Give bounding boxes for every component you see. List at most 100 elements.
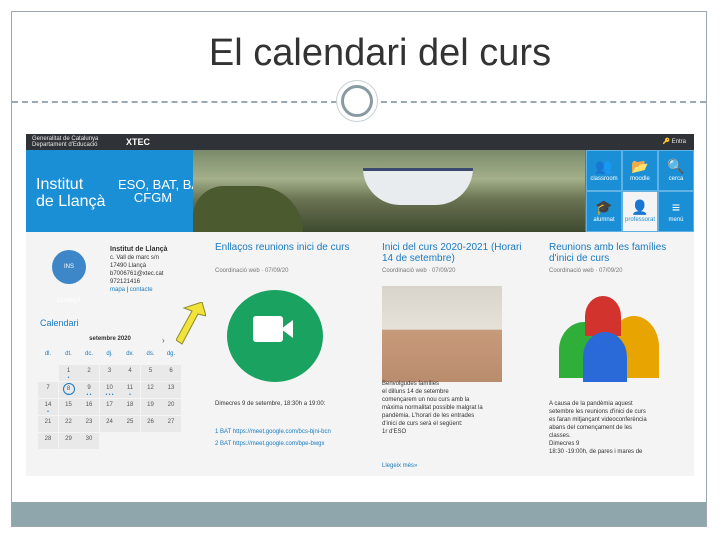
school-email[interactable]: b7006761@xtec.cat bbox=[110, 271, 163, 277]
day-number: 15 bbox=[65, 402, 72, 408]
login-link[interactable]: 🔑 Entra bbox=[663, 138, 686, 145]
tile-alumnat[interactable]: 🎓 alumnat bbox=[586, 191, 622, 232]
calendar-day[interactable]: 28 bbox=[38, 433, 58, 449]
weekday-label: dj. bbox=[99, 348, 120, 364]
calendar-day[interactable]: 25 bbox=[120, 416, 140, 432]
calendar-day[interactable]: 9 • • bbox=[79, 382, 99, 398]
event-dots: • bbox=[129, 392, 131, 398]
calendar-day[interactable]: 20 bbox=[161, 399, 181, 415]
day-number: 16 bbox=[85, 402, 93, 408]
post-text: Benvolgudes famílies el dilluns 14 de se… bbox=[382, 381, 483, 435]
map-link[interactable]: mapa bbox=[110, 287, 125, 293]
gencat-label: Generalitat de Catalunya Departament d'E… bbox=[32, 136, 99, 148]
calendar-next-button[interactable]: › bbox=[162, 336, 165, 345]
calendar-day[interactable]: 27 bbox=[161, 416, 181, 432]
post-card: Inici del curs 2020-2021 (Horari 14 de s… bbox=[360, 232, 524, 476]
calendar-day[interactable]: 8 • bbox=[58, 382, 79, 398]
day-number: 26 bbox=[147, 419, 154, 425]
day-number: 3 bbox=[107, 368, 112, 374]
calendar-day bbox=[161, 433, 181, 449]
day-number: 28 bbox=[44, 436, 52, 442]
classroom-photo bbox=[382, 286, 502, 382]
xtec-logo[interactable]: XTEC bbox=[126, 137, 150, 147]
calendar-week: 14 • 15 16 17 18 19 20 bbox=[38, 399, 182, 416]
calendar-day[interactable]: 16 bbox=[79, 399, 99, 415]
calendar-day[interactable]: 26 bbox=[140, 416, 161, 432]
calendar-day[interactable]: 7 bbox=[38, 382, 58, 398]
calendar-grid: dl. dt. dc. dj. dv. ds. dg. 1 • 2 3 4 5 6 7 8 • 9 • • 10 • •… bbox=[38, 348, 182, 450]
calendar-weekdays: dl. dt. dc. dj. dv. ds. dg. bbox=[38, 348, 182, 365]
calendar-day[interactable]: 6 bbox=[161, 365, 181, 381]
calendar-day[interactable]: 17 bbox=[99, 399, 120, 415]
calendar-week: 1 • 2 3 4 5 6 bbox=[38, 365, 182, 382]
families-icon bbox=[549, 286, 669, 382]
calendar-day[interactable]: 22 bbox=[58, 416, 79, 432]
day-number: 9 bbox=[87, 385, 91, 391]
event-dots: • • bbox=[86, 392, 92, 398]
tile-moodle[interactable]: 📂 moodle bbox=[622, 150, 658, 191]
calendar-day[interactable]: 1 • bbox=[58, 365, 79, 381]
tile-menú[interactable]: ≡ menú bbox=[658, 191, 694, 232]
tile-cerca[interactable]: 🔍 cerca bbox=[658, 150, 694, 191]
calendar-day[interactable]: 4 bbox=[120, 365, 140, 381]
event-dots: • bbox=[47, 409, 49, 415]
calendar-month: setembre 2020 bbox=[89, 336, 131, 342]
school-name: Institut de Llançà bbox=[110, 246, 168, 253]
calendar-day[interactable]: 15 bbox=[58, 399, 79, 415]
calendar-day[interactable]: 30 bbox=[79, 433, 99, 449]
calendar-day[interactable]: 21 bbox=[38, 416, 58, 432]
institute-banner[interactable]: Institut de Llançà ESO, BAT, BAC, CFGM bbox=[26, 150, 213, 232]
calendar-day bbox=[38, 365, 58, 381]
day-number: 29 bbox=[65, 436, 72, 442]
calendar-day[interactable]: 11 • bbox=[120, 382, 140, 398]
users-icon: 👥 bbox=[595, 158, 613, 174]
day-number: 19 bbox=[147, 402, 154, 408]
teacher-icon: 👤 bbox=[631, 199, 649, 215]
folder-icon: 📂 bbox=[631, 158, 649, 174]
post-meta: Coordinació web · 07/09/20 bbox=[549, 268, 623, 274]
post-title[interactable]: Enllaços reunions inici de curs bbox=[215, 242, 355, 253]
day-number: 20 bbox=[167, 402, 175, 408]
calendar-day[interactable]: 10 • • • bbox=[99, 382, 120, 398]
weekday-label: dl. bbox=[38, 348, 58, 364]
day-number: 7 bbox=[46, 385, 50, 391]
tile-classroom[interactable]: 👥 classroom bbox=[586, 150, 622, 191]
calendar-day[interactable]: 3 bbox=[99, 365, 120, 381]
calendar-day[interactable]: 19 bbox=[140, 399, 161, 415]
calendar-day[interactable]: 2 bbox=[79, 365, 99, 381]
day-number: 27 bbox=[167, 419, 175, 425]
school-address-block: Institut de Llançà c. Vall de marc s/n 1… bbox=[110, 246, 168, 293]
calendar-day[interactable]: 18 bbox=[120, 399, 140, 415]
post-card: Reunions amb les famílies d'inici de cur… bbox=[527, 232, 694, 476]
post-title[interactable]: Reunions amb les famílies d'inici de cur… bbox=[549, 242, 689, 264]
calendar-day[interactable]: 12 bbox=[140, 382, 161, 398]
slide-footer-bar bbox=[12, 502, 706, 526]
calendar-day[interactable]: 5 bbox=[140, 365, 161, 381]
weekday-label: dc. bbox=[79, 348, 99, 364]
post-title[interactable]: Inici del curs 2020-2021 (Horari 14 de s… bbox=[382, 242, 522, 264]
studies-label: ESO, BAT, BAC, CFGM bbox=[118, 177, 213, 205]
tile-label: cerca bbox=[668, 176, 684, 182]
calendar-day bbox=[140, 433, 161, 449]
tile-label: alumnat bbox=[593, 217, 615, 223]
bullet-link[interactable]: 2 BAT https://meet.google.com/bpe-bwgx bbox=[215, 440, 355, 448]
read-more-link[interactable]: Llegeix més» bbox=[382, 462, 522, 470]
calendar-day[interactable]: 23 bbox=[79, 416, 99, 432]
day-number: 25 bbox=[126, 419, 134, 425]
school-address: c. Vall de marc s/n 17490 Llançà bbox=[110, 255, 159, 269]
day-number: 5 bbox=[148, 368, 153, 374]
weekday-label: dv. bbox=[120, 348, 140, 364]
day-number: 10 bbox=[106, 385, 113, 391]
calendar-day[interactable]: 29 bbox=[58, 433, 79, 449]
calendar-day[interactable]: 24 bbox=[99, 416, 120, 432]
tile-professorat[interactable]: 👤 professorat bbox=[622, 191, 658, 232]
bullet-link[interactable]: 1 BAT https://meet.google.com/bcs-bjni-b… bbox=[215, 428, 355, 436]
event-dots: • bbox=[67, 392, 70, 398]
calendar-day[interactable]: 13 bbox=[161, 382, 181, 398]
day-number: 13 bbox=[167, 385, 175, 391]
contact-link[interactable]: contacte bbox=[130, 287, 153, 293]
school-phone: 972121416 bbox=[110, 279, 141, 285]
quick-links: 👥 classroom 📂 moodle 🔍 cerca 🎓 alumnat 👤 professo… bbox=[585, 150, 694, 232]
calendar-day[interactable]: 14 • bbox=[38, 399, 58, 415]
day-number: 24 bbox=[106, 419, 113, 425]
